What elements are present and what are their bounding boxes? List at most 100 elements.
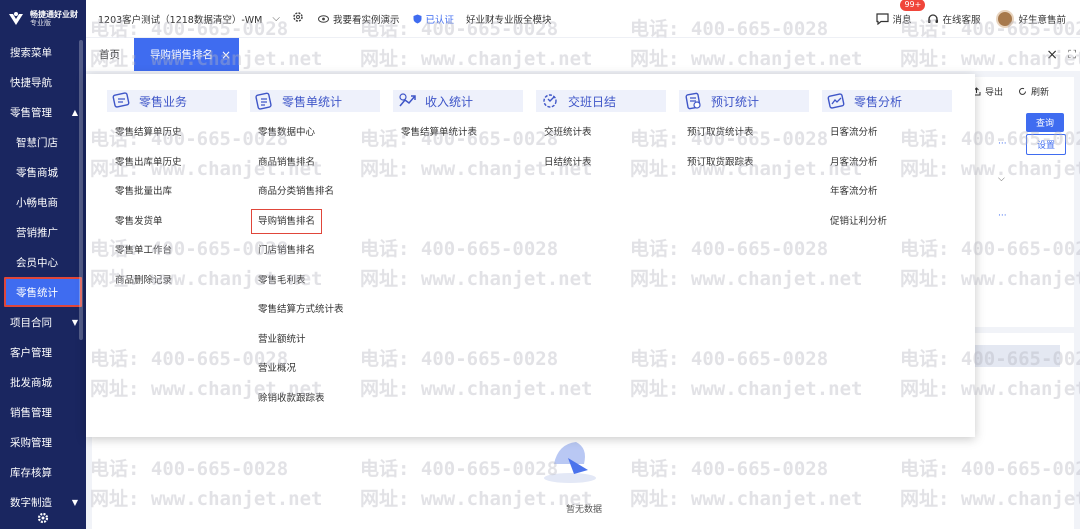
more-icon[interactable]: ···	[998, 211, 1007, 221]
sidebar-item-quick-nav[interactable]: 快捷导航	[0, 67, 86, 97]
menu-link[interactable]: 零售结算方式统计表	[250, 301, 380, 331]
table-header-cell	[966, 345, 1060, 367]
brand-name: 畅捷通好业财	[30, 9, 78, 19]
menu-link[interactable]: 月客流分析	[822, 154, 952, 184]
menu-link[interactable]: 零售毛利表	[250, 272, 380, 302]
sidebar-item-retail-stats[interactable]: 零售统计	[4, 277, 82, 307]
sidebar-item-member-center[interactable]: 会员中心	[0, 247, 86, 277]
menu-column-retail-business: 零售业务 零售结算单历史 零售出库单历史 零售批量出库 零售发货单 零售单工作台…	[107, 90, 237, 301]
sidebar-scrollbar[interactable]	[79, 40, 83, 340]
menu-column-shift-settlement: 交班日结 交班统计表 日结统计表	[536, 90, 666, 183]
sidebar: 畅捷通好业财 专业版 搜索菜单 快捷导航 零售管理 ▲ 智慧门店 零售商城 小畅电…	[0, 0, 86, 529]
chevron-up-icon: ▲	[71, 107, 78, 117]
brand-logo[interactable]: 畅捷通好业财 专业版	[0, 0, 86, 37]
sidebar-item-search-menu[interactable]: 搜索菜单	[0, 37, 86, 67]
gear-icon[interactable]	[292, 11, 304, 26]
demo-link[interactable]: 我要看实例演示	[317, 12, 399, 26]
column-title: 零售分析	[854, 94, 903, 109]
message-icon	[876, 12, 890, 25]
menu-link[interactable]: 促销让利分析	[822, 213, 952, 243]
edition-label: 好业财专业版全模块	[466, 14, 552, 26]
menu-link[interactable]: 预订取货跟踪表	[679, 154, 809, 184]
brand-edition: 专业版	[30, 19, 51, 28]
settings-button[interactable]	[0, 507, 86, 529]
menu-link[interactable]: 零售批量出库	[107, 183, 237, 213]
refresh-button[interactable]: 刷新	[1018, 85, 1049, 98]
menu-link[interactable]: 日客流分析	[822, 124, 952, 154]
column-title: 交班日结	[568, 94, 617, 109]
refresh-icon	[1019, 87, 1026, 95]
export-button[interactable]: 导出	[972, 85, 1003, 98]
sidebar-item-marketing[interactable]: 营销推广	[0, 217, 86, 247]
close-icon[interactable]: ×	[221, 48, 231, 62]
online-service-button[interactable]: 在线客服	[927, 12, 980, 26]
headset-icon	[928, 13, 939, 23]
menu-link[interactable]: 零售结算单历史	[107, 124, 237, 154]
chevron-down-icon: ▼	[71, 497, 78, 507]
menu-column-retail-order-stats: 零售单统计 零售数据中心 商品销售排名 商品分类销售排名 导购销售排名 门店销售…	[250, 90, 380, 419]
message-count-badge: 99+	[900, 0, 926, 11]
tab-home[interactable]: 首页	[99, 47, 120, 62]
close-all-tabs-icon[interactable]: ×	[1046, 47, 1058, 63]
menu-link[interactable]: 零售结算单统计表	[393, 124, 523, 154]
sidebar-item-inventory[interactable]: 库存核算	[0, 457, 86, 487]
column-title: 预订统计	[711, 94, 760, 109]
column-title: 收入统计	[425, 94, 474, 109]
sidebar-item-project-contract[interactable]: 项目合同 ▼	[0, 307, 86, 337]
query-button[interactable]: 查询	[1026, 113, 1065, 132]
sidebar-item-retail-mall[interactable]: 零售商城	[0, 157, 86, 187]
sidebar-item-smart-store[interactable]: 智慧门店	[0, 127, 86, 157]
messages-button[interactable]: 消息 99+	[876, 0, 926, 26]
menu-link[interactable]: 零售数据中心	[250, 124, 380, 154]
empty-state-text: 暂无数据	[566, 505, 603, 515]
column-title: 零售单统计	[282, 94, 343, 109]
menu-link[interactable]: 营业额统计	[250, 331, 380, 361]
menu-link-guide-sales-ranking[interactable]: 导购销售排名	[250, 208, 380, 243]
column-title: 零售业务	[139, 94, 188, 109]
retail-business-icon	[112, 92, 130, 108]
eye-icon	[317, 14, 329, 23]
menu-link[interactable]: 营业概况	[250, 360, 380, 390]
chevron-down-icon[interactable]: ⌵	[272, 13, 280, 24]
menu-link[interactable]: 门店销售排名	[250, 242, 380, 272]
menu-link[interactable]: 年客流分析	[822, 183, 952, 213]
sidebar-item-ecommerce[interactable]: 小畅电商	[0, 187, 86, 217]
tab-bar: 首页 导购销售排名 × × ⛶	[86, 37, 1080, 72]
menu-column-reservation-stats: 预订统计 预订取货统计表 预订取货跟踪表	[679, 90, 809, 183]
company-selector[interactable]: 1203客户测试（1218数据清空）-WM	[98, 12, 262, 26]
more-icon[interactable]: ···	[998, 139, 1007, 149]
menu-link[interactable]: 预订取货统计表	[679, 124, 809, 154]
sidebar-item-sales[interactable]: 销售管理	[0, 397, 86, 427]
gear-icon	[37, 512, 49, 524]
menu-link[interactable]: 零售出库单历史	[107, 154, 237, 184]
menu-link[interactable]: 商品分类销售排名	[250, 183, 380, 213]
user-menu[interactable]: 好生意售前	[996, 9, 1066, 28]
menu-link[interactable]: 赊销收款跟踪表	[250, 390, 380, 420]
shield-icon	[413, 14, 422, 23]
menu-link[interactable]: 零售发货单	[107, 213, 237, 243]
top-header: 1203客户测试（1218数据清空）-WM ⌵ 我要看实例演示 已认证 好业财专…	[86, 0, 1080, 37]
sidebar-item-wholesale[interactable]: 批发商城	[0, 367, 86, 397]
certified-badge[interactable]: 已认证	[413, 12, 454, 26]
sidebar-item-purchase[interactable]: 采购管理	[0, 427, 86, 457]
empty-state-illustration	[544, 442, 596, 483]
fullscreen-icon[interactable]: ⛶	[1068, 48, 1076, 62]
menu-column-income-stats: 收入统计 零售结算单统计表	[393, 90, 523, 154]
menu-link[interactable]: 零售单工作台	[107, 242, 237, 272]
avatar	[996, 9, 1015, 28]
menu-column-retail-analysis: 零售分析 日客流分析 月客流分析 年客流分析 促销让利分析	[822, 90, 952, 242]
shift-settlement-icon	[543, 94, 557, 108]
retail-stats-menu-panel: 零售业务 零售结算单历史 零售出库单历史 零售批量出库 零售发货单 零售单工作台…	[86, 74, 975, 437]
income-stats-icon	[399, 93, 416, 107]
menu-link[interactable]: 商品销售排名	[250, 154, 380, 184]
menu-link[interactable]: 日结统计表	[536, 154, 666, 184]
sidebar-item-customer[interactable]: 客户管理	[0, 337, 86, 367]
retail-analysis-icon	[827, 93, 845, 109]
menu-link[interactable]: 交班统计表	[536, 124, 666, 154]
sidebar-item-retail-management[interactable]: 零售管理 ▲	[0, 97, 86, 127]
menu-link[interactable]: 商品删除记录	[107, 272, 237, 302]
settings-button[interactable]: 设置	[1026, 134, 1067, 155]
reservation-stats-icon	[685, 92, 701, 110]
chevron-down-icon[interactable]: ⌵	[998, 174, 1005, 184]
tab-guide-sales-ranking[interactable]: 导购销售排名 ×	[134, 37, 240, 72]
